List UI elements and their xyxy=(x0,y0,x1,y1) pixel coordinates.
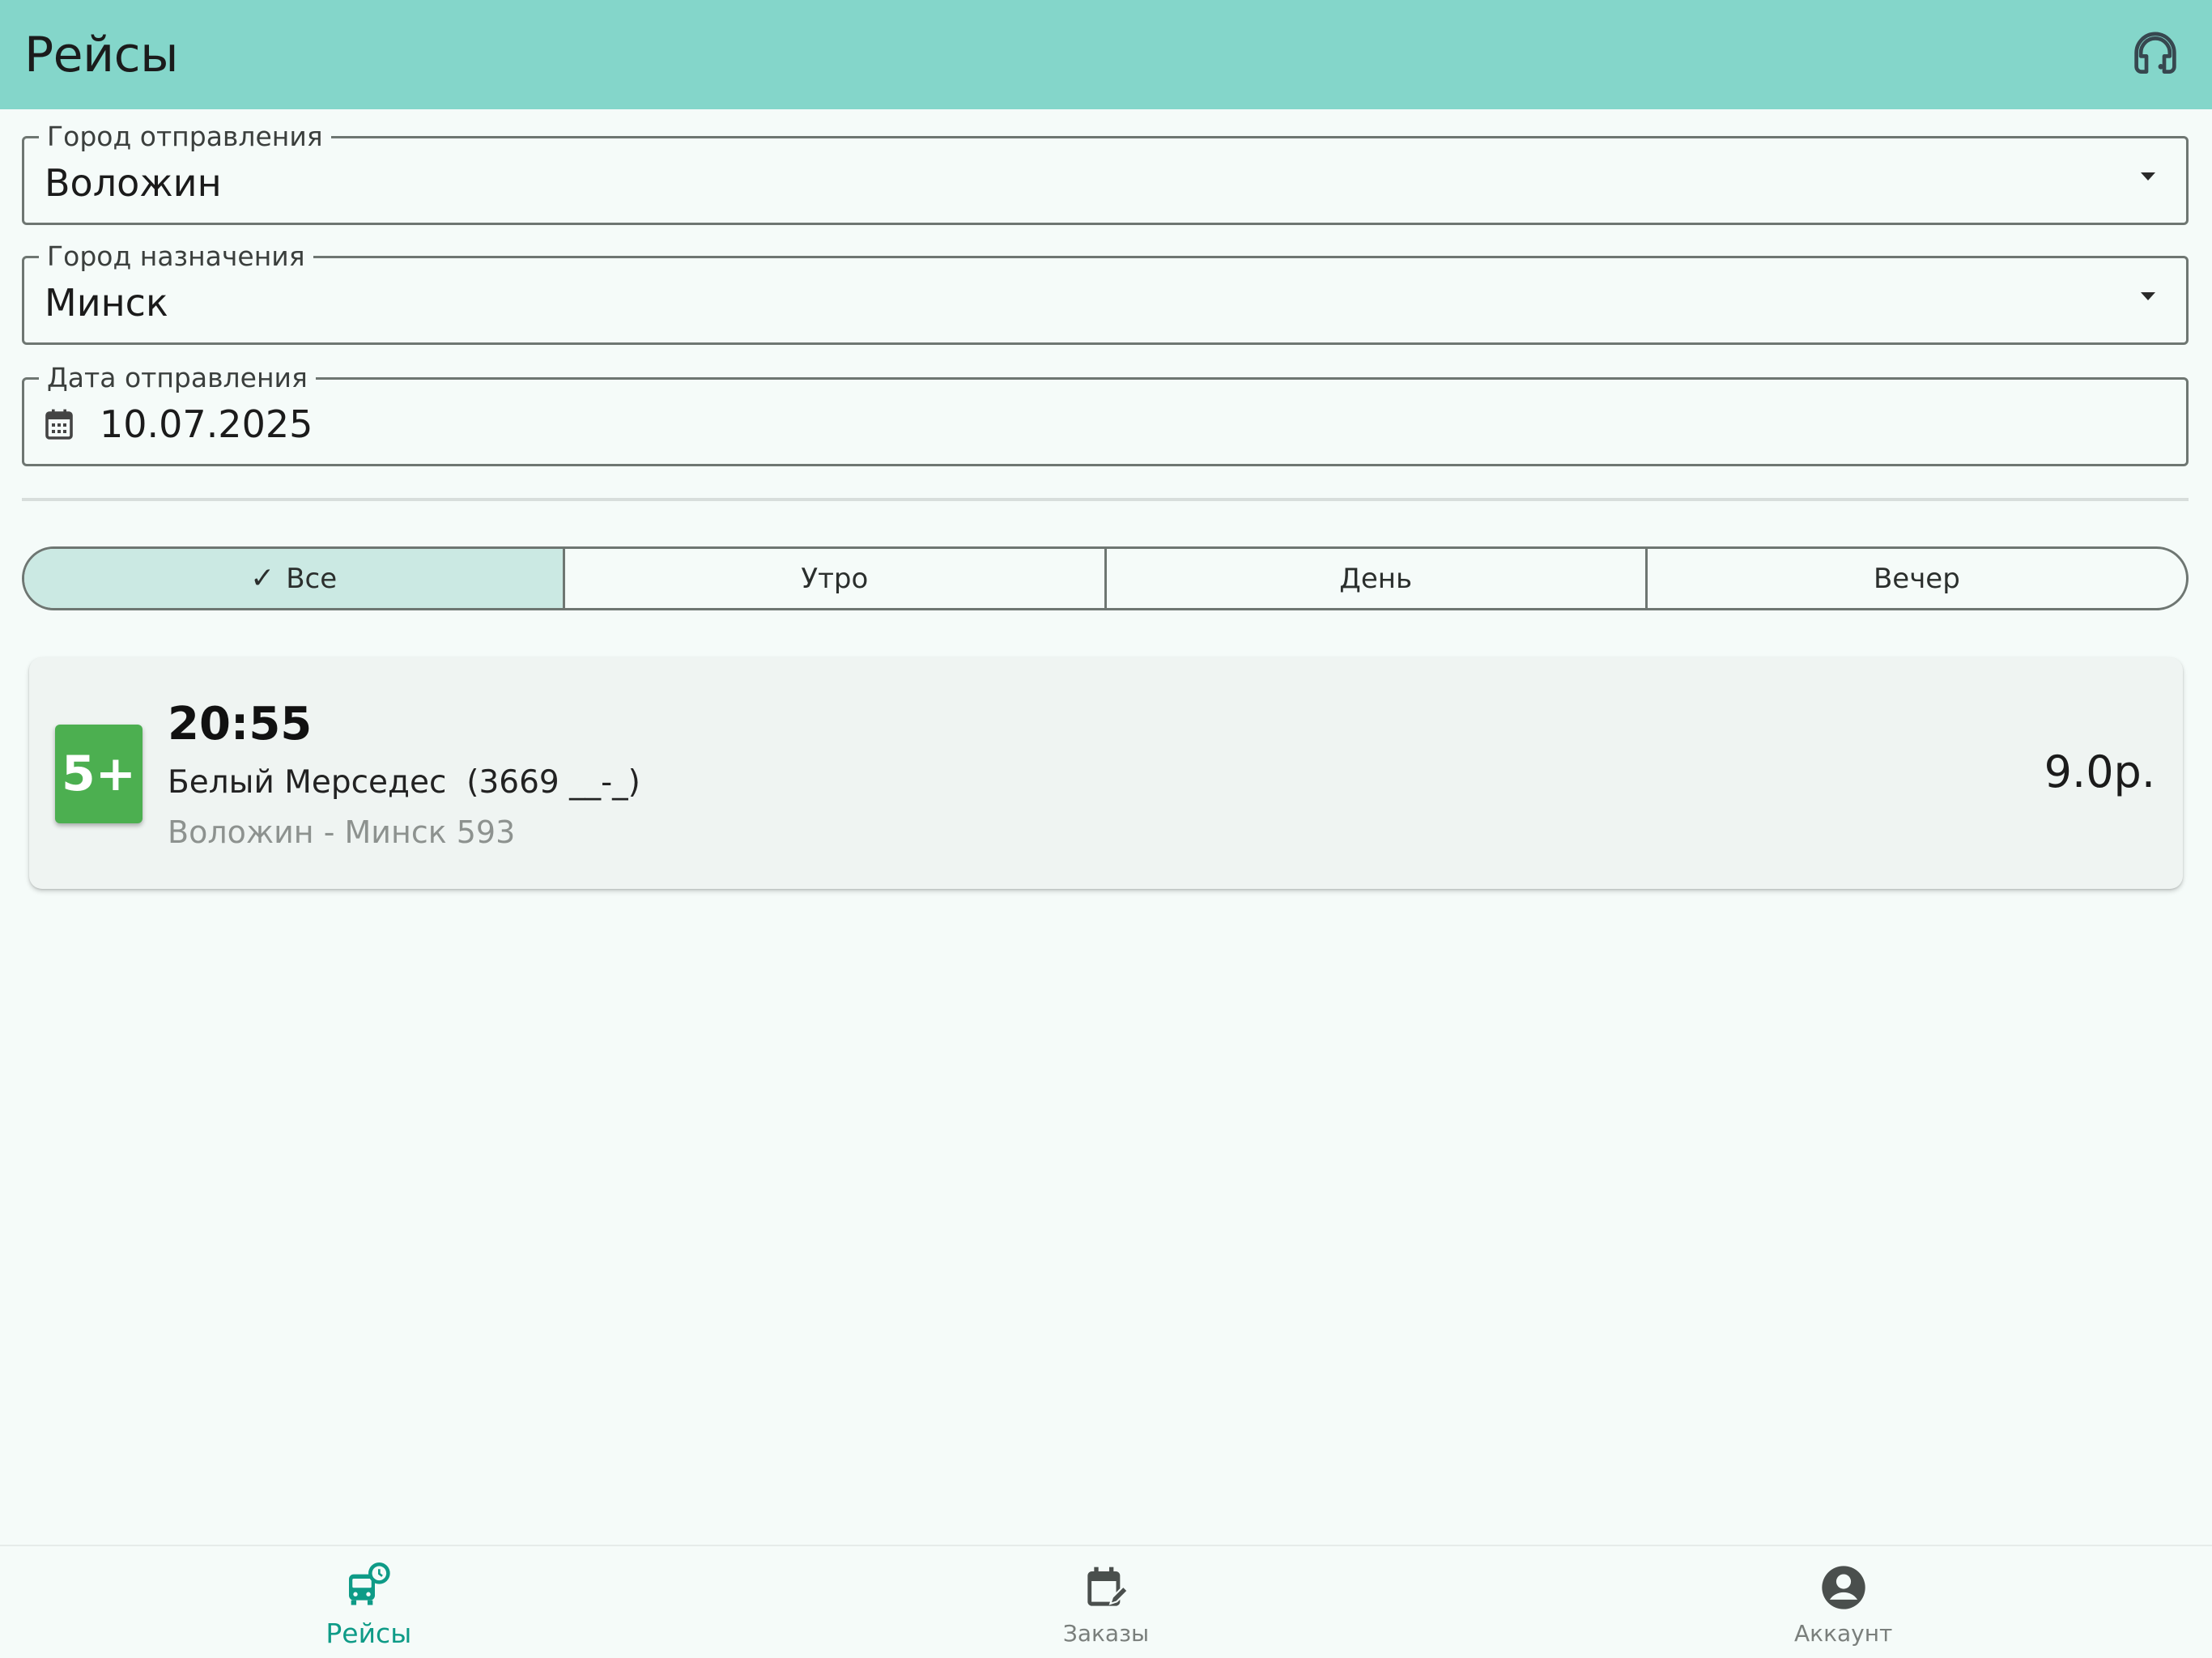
filter-all-button[interactable]: ✓ Все xyxy=(24,549,566,608)
destination-city-label: Город назначения xyxy=(39,240,313,273)
filter-all-label: Все xyxy=(286,562,338,595)
nav-item-account-label: Аккаунт xyxy=(1794,1619,1893,1647)
nav-item-trips[interactable]: Рейсы xyxy=(0,1546,738,1658)
nav-item-account[interactable]: Аккаунт xyxy=(1474,1546,2212,1658)
divider xyxy=(22,498,2189,501)
trip-bus-description: Белый Мерседес (3669 __-_) xyxy=(168,764,640,801)
departure-date-value: 10.07.2025 xyxy=(100,402,313,446)
bus-schedule-icon xyxy=(349,1562,390,1605)
chevron-down-icon xyxy=(2141,172,2155,181)
seats-available-badge: 5+ xyxy=(55,725,143,823)
filter-evening-label: Вечер xyxy=(1873,562,1960,595)
filter-day-button[interactable]: День xyxy=(1107,549,1648,608)
trip-card[interactable]: 5+ 20:55 Белый Мерседес (3669 __-_) Воло… xyxy=(29,657,2183,889)
departure-city-value: Воложин xyxy=(45,161,222,205)
calendar-icon xyxy=(45,409,73,440)
nav-item-orders[interactable]: Заказы xyxy=(738,1546,1475,1658)
departure-date-label: Дата отправления xyxy=(39,362,316,394)
calendar-edit-icon xyxy=(1087,1567,1129,1606)
filter-morning-button[interactable]: Утро xyxy=(565,549,1107,608)
nav-item-orders-label: Заказы xyxy=(1062,1619,1150,1647)
departure-city-select[interactable]: Город отправления Воложин xyxy=(22,121,2189,225)
filter-day-label: День xyxy=(1339,562,1412,595)
account-circle-icon xyxy=(1822,1565,1865,1609)
support-button[interactable] xyxy=(2123,23,2188,87)
filter-evening-button[interactable]: Вечер xyxy=(1648,549,2186,608)
nav-item-trips-label: Рейсы xyxy=(325,1617,412,1649)
time-of-day-filter: ✓ Все Утро День Вечер xyxy=(22,546,2189,610)
departure-date-field[interactable]: Дата отправления 10.07.2025 xyxy=(22,362,2189,466)
destination-city-select[interactable]: Город назначения Минск xyxy=(22,240,2189,345)
trip-departure-time: 20:55 xyxy=(168,698,313,750)
trip-route: Воложин - Минск 593 xyxy=(168,814,516,850)
trip-price: 9.0р. xyxy=(2044,746,2155,797)
bottom-navigation: Рейсы Заказы Аккаунт xyxy=(0,1545,2212,1658)
page-title: Рейсы xyxy=(24,26,178,83)
destination-city-value: Минск xyxy=(45,281,168,325)
filter-morning-label: Утро xyxy=(801,562,869,595)
app-bar: Рейсы xyxy=(0,0,2212,109)
headset-support-icon xyxy=(2134,32,2176,74)
chevron-down-icon xyxy=(2141,292,2155,300)
departure-city-label: Город отправления xyxy=(39,121,331,153)
check-icon: ✓ xyxy=(250,562,275,595)
